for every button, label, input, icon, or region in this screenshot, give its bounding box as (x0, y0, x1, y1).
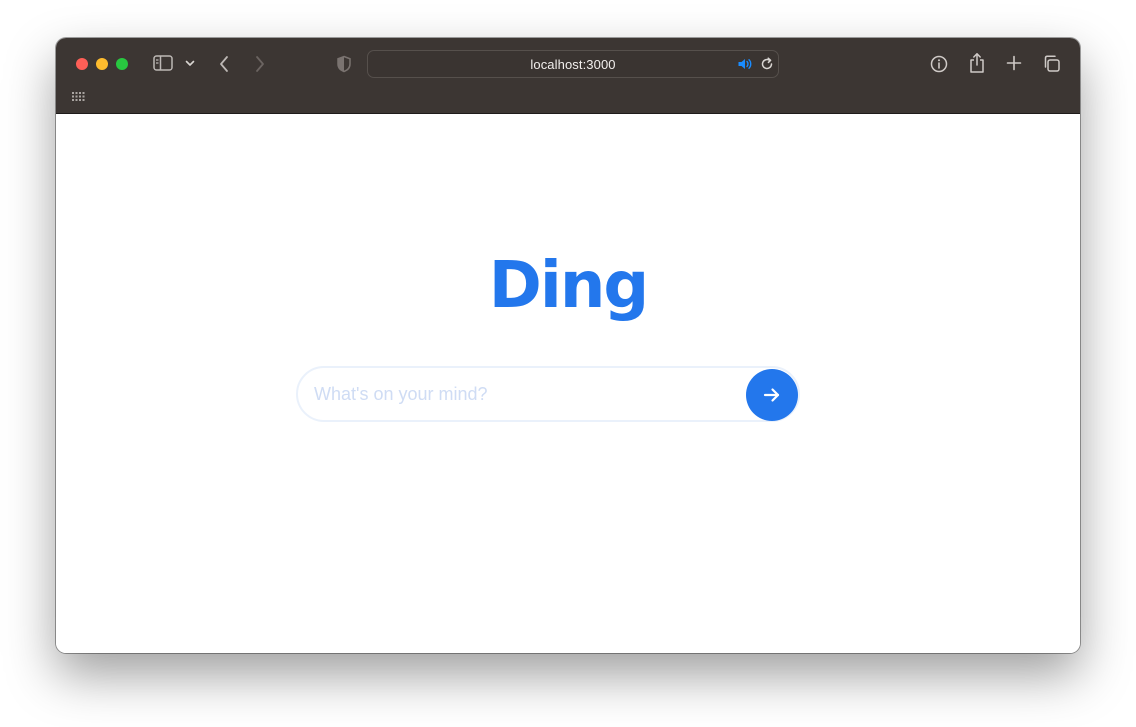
plus-icon[interactable] (1006, 55, 1022, 71)
tabs-icon[interactable] (1042, 54, 1061, 73)
speaker-icon[interactable] (737, 57, 753, 71)
arrow-right-icon (763, 388, 780, 402)
address-bar[interactable]: localhost:3000 (367, 50, 779, 78)
submit-button[interactable] (746, 369, 798, 421)
page-content: Ding (56, 114, 1080, 653)
forward-arrow-icon[interactable] (254, 55, 266, 73)
info-icon[interactable] (930, 55, 948, 73)
sidebar-icon[interactable] (153, 55, 175, 71)
search-bar (296, 366, 800, 422)
share-icon[interactable] (968, 52, 986, 74)
browser-toolbar: localhost:3000 (56, 38, 1080, 114)
back-arrow-icon[interactable] (218, 55, 230, 73)
grid-icon[interactable] (72, 92, 85, 102)
shield-icon[interactable] (336, 55, 352, 73)
maximize-window-button[interactable] (116, 58, 128, 70)
chevron-down-icon[interactable] (185, 60, 195, 67)
close-window-button[interactable] (76, 58, 88, 70)
reload-icon[interactable] (760, 57, 774, 71)
browser-window: localhost:3000 Ding What's on your mind? (56, 38, 1080, 653)
minimize-window-button[interactable] (96, 58, 108, 70)
logo-title: Ding (488, 249, 649, 323)
search-input[interactable] (314, 380, 734, 408)
address-bar-url: localhost:3000 (530, 57, 616, 72)
